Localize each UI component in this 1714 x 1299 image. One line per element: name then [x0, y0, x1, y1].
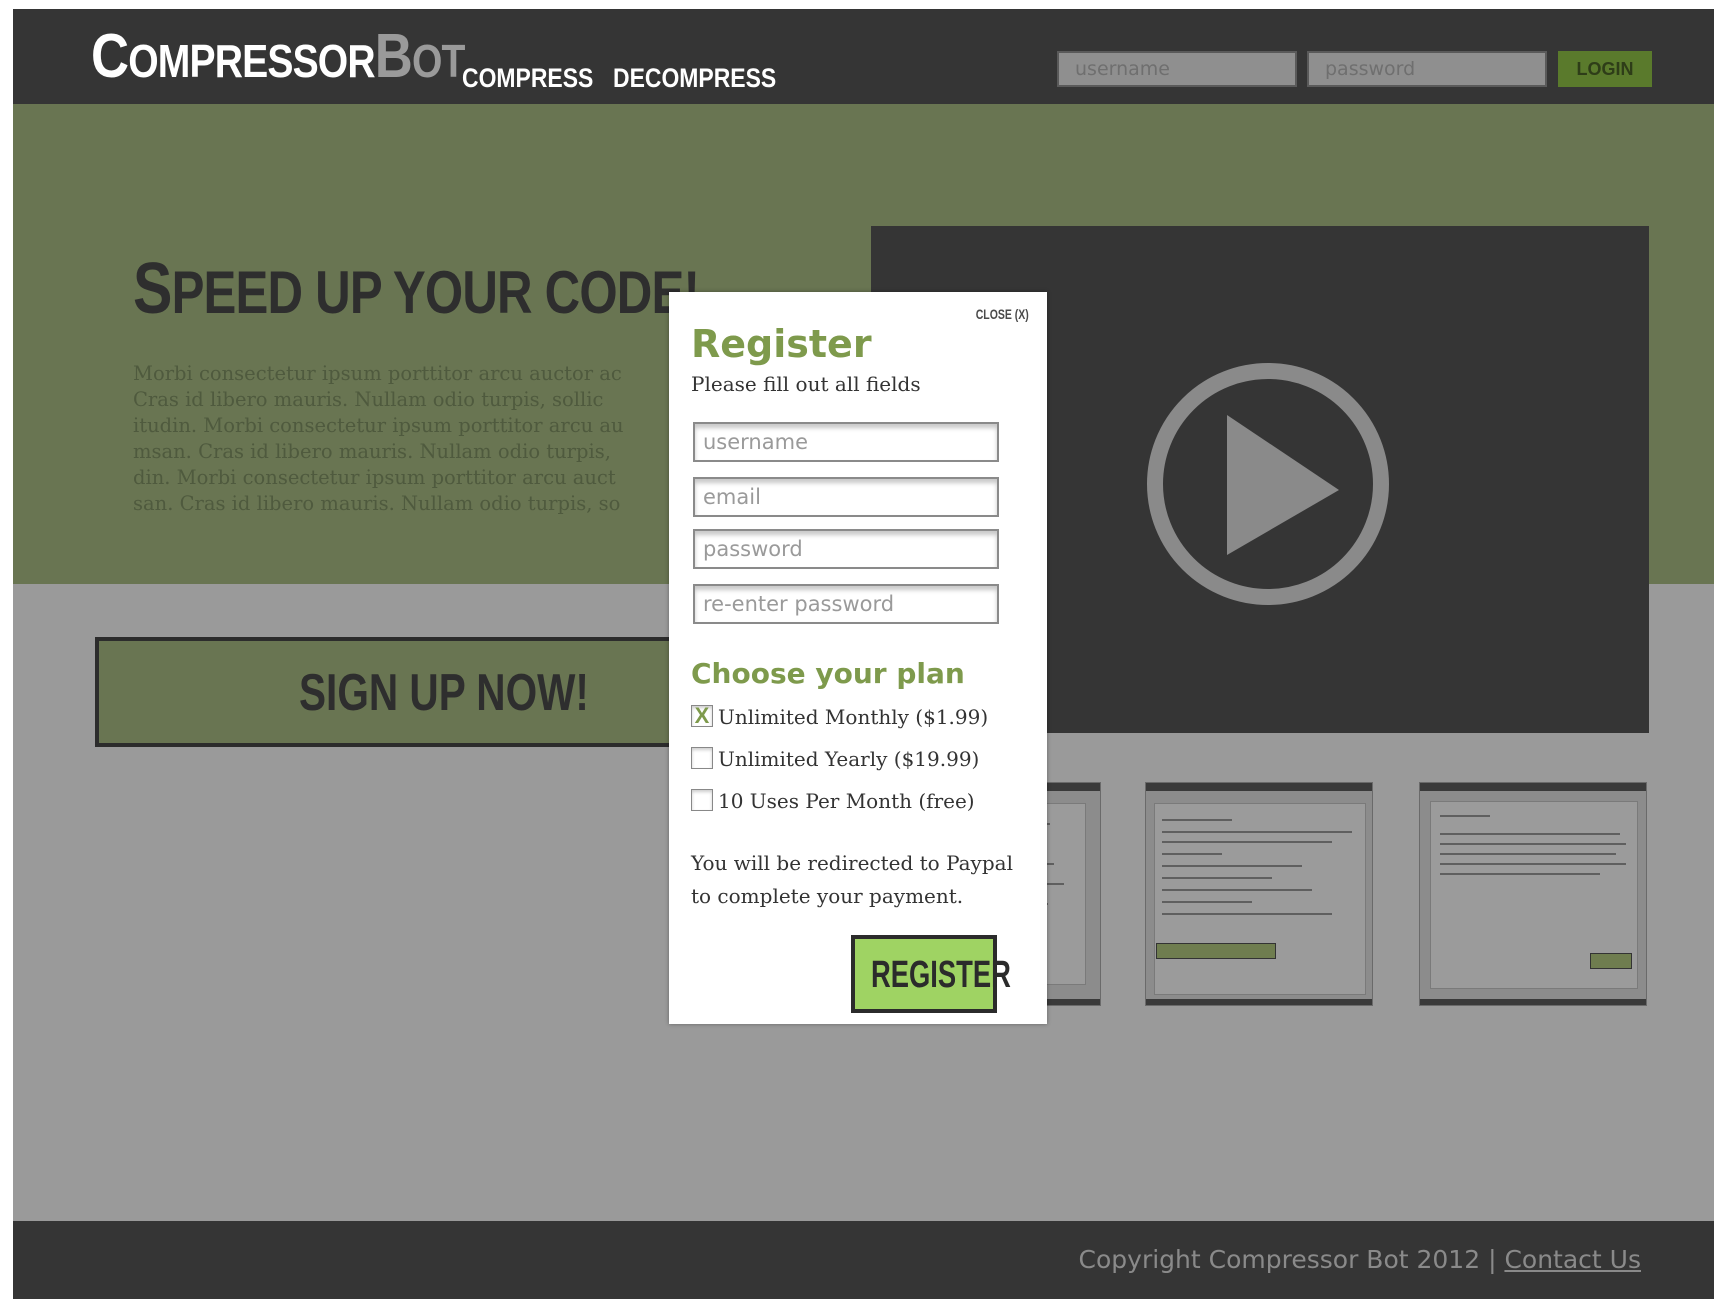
site-header: COMPRESSORBOT COMPRESS DECOMPRESS userna… [13, 9, 1714, 104]
hero-body-text: Morbi consectetur ipsum porttitor arcu a… [133, 362, 624, 515]
plan-heading: Choose your plan [691, 657, 965, 690]
login-button[interactable]: LOGIN [1558, 51, 1652, 87]
plan-label: 10 Uses Per Month (free) [718, 789, 975, 813]
screenshot-thumbnail[interactable] [1145, 782, 1373, 1006]
re-enter-password-input[interactable]: re-enter password [693, 584, 999, 624]
plan-option-yearly[interactable]: Unlimited Yearly ($19.99) [691, 746, 980, 772]
logo[interactable]: COMPRESSORBOT [91, 26, 465, 91]
checkbox-yearly[interactable] [691, 746, 713, 769]
logo-letter: B [374, 22, 413, 91]
email-input[interactable]: email [693, 477, 999, 517]
hero-title-letter: S [133, 249, 172, 329]
nav-compress[interactable]: COMPRESS [462, 63, 593, 94]
close-button[interactable]: CLOSE (X) [976, 306, 1029, 322]
screenshot-thumbnail[interactable] [1419, 782, 1647, 1006]
register-label: REGISTER [871, 954, 1011, 996]
plan-label: Unlimited Monthly ($1.99) [718, 705, 989, 729]
register-modal: CLOSE (X) Register Please fill out all f… [669, 292, 1047, 1024]
nav-decompress[interactable]: DECOMPRESS [613, 63, 776, 94]
modal-title: Register [691, 322, 872, 366]
copyright-text: Copyright Compressor Bot 2012 | Contact … [1079, 1245, 1641, 1274]
paypal-note: You will be redirected to Paypal to comp… [691, 851, 1013, 908]
plan-option-free[interactable]: 10 Uses Per Month (free) [691, 788, 975, 814]
checkbox-free[interactable] [691, 788, 713, 811]
contact-us-link[interactable]: Contact Us [1504, 1245, 1641, 1274]
sign-up-label: SIGN UP NOW! [299, 664, 589, 722]
header-password-input[interactable]: password [1307, 51, 1547, 87]
logo-text: OT [411, 35, 465, 87]
play-circle-icon[interactable] [1143, 359, 1393, 609]
site-footer: Copyright Compressor Bot 2012 | Contact … [13, 1221, 1714, 1299]
register-button[interactable]: REGISTER [851, 935, 1011, 1013]
password-input[interactable]: password [693, 529, 999, 569]
page: COMPRESSORBOT COMPRESS DECOMPRESS userna… [13, 9, 1714, 1299]
plan-option-monthly[interactable]: X Unlimited Monthly ($1.99) [691, 704, 989, 730]
plan-label: Unlimited Yearly ($19.99) [718, 747, 980, 771]
username-input[interactable]: username [693, 422, 999, 462]
logo-letter: C [91, 22, 129, 91]
header-username-input[interactable]: username [1057, 51, 1297, 87]
copyright-label: Copyright Compressor Bot 2012 | [1078, 1245, 1497, 1274]
checkbox-monthly[interactable]: X [691, 704, 713, 727]
logo-text: OMPRESSOR [128, 35, 375, 87]
hero-title: SPEED UP YOUR CODE! [133, 249, 700, 333]
modal-subtitle: Please fill out all fields [691, 372, 921, 396]
hero-title-text: PEED UP YOUR CODE! [171, 259, 700, 326]
